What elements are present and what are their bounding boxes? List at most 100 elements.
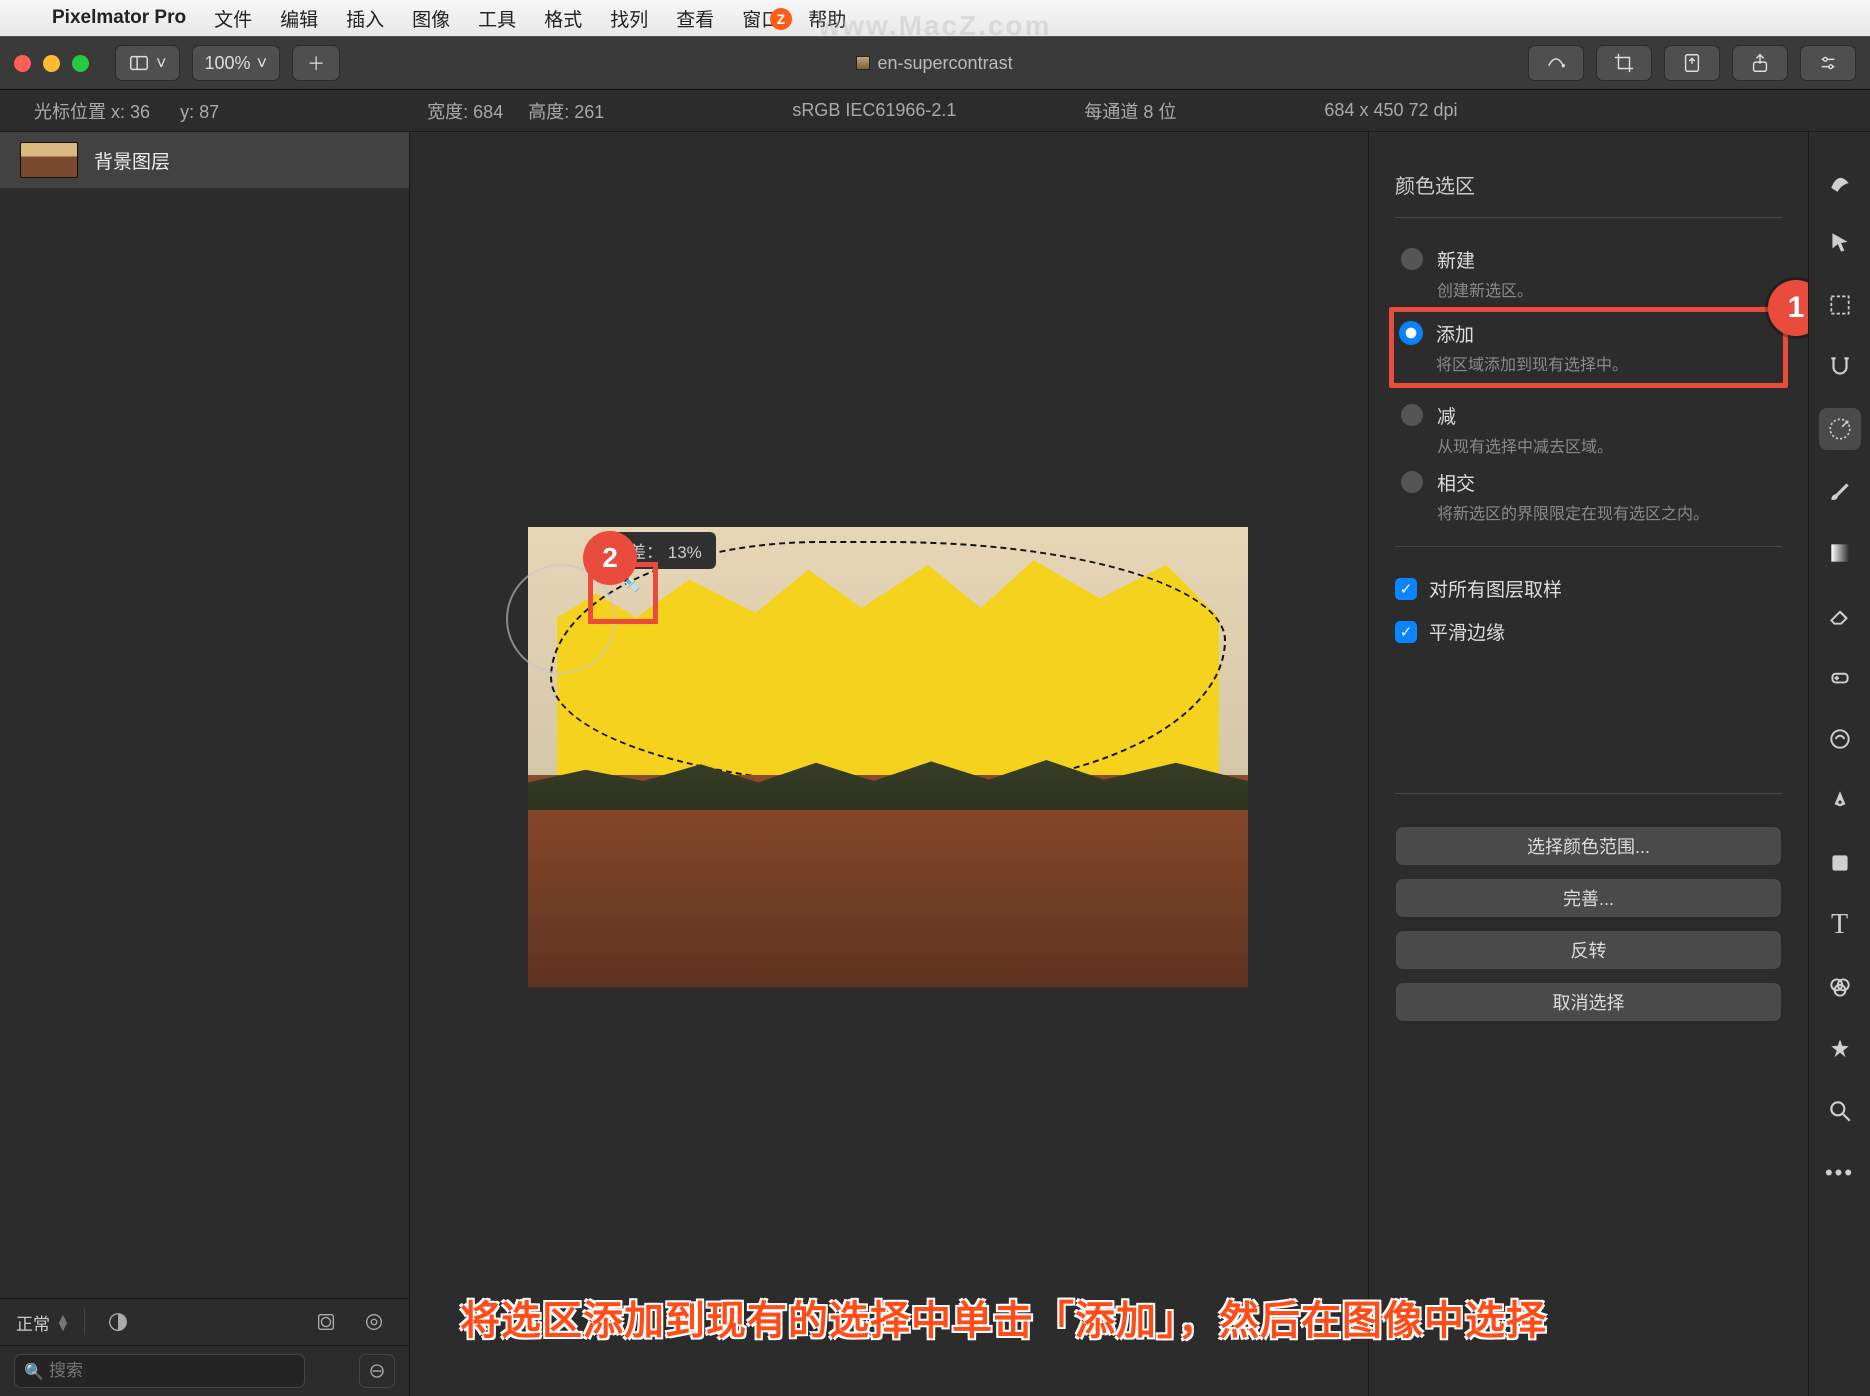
width-value: 684 [473,102,503,122]
cursor-y-label: y: [180,102,194,122]
menu-tools[interactable]: 工具 [478,5,516,32]
sample-all-layers-checkbox[interactable]: ✓ 对所有图层取样 [1395,567,1782,610]
share-button[interactable] [1732,45,1788,81]
stepper-icon: ▲▼ [56,1314,70,1330]
settings-button[interactable] [1800,45,1856,81]
menu-image[interactable]: 图像 [412,5,450,32]
zoom-dropdown[interactable]: 100% ˅ [192,45,281,81]
refine-button[interactable]: 完善... [1395,878,1782,918]
close-window-button[interactable] [14,55,31,72]
colorspace-value: sRGB IEC61966-2.1 [758,100,990,121]
window-toolbar: ˅ 100% ˅ ＋ en-supercontrast [0,36,1870,90]
document-title: en-supercontrast [878,53,1013,74]
tutorial-caption: 将选区添加到现有的选择中单击「添加」，然后在图像中选择 [460,1288,1868,1346]
blend-mode-dropdown[interactable]: 正常 ▲▼ [16,1310,70,1335]
zoom-tool-icon[interactable] [1819,1090,1861,1132]
opacity-icon[interactable] [99,1307,137,1337]
crop-button[interactable] [1596,45,1652,81]
menu-view[interactable]: 查看 [676,5,714,32]
mode-add[interactable]: 添加 将区域添加到现有选择中。 [1389,307,1788,388]
window-traffic-lights [14,55,89,72]
width-label: 宽度: [427,102,468,122]
pen-tool-icon[interactable] [1819,780,1861,822]
radio-icon-selected [1400,322,1422,344]
maximize-window-button[interactable] [72,55,89,72]
mode-subtract[interactable]: 减 从现有选择中减去区域。 [1395,392,1782,459]
mode-new-title: 新建 [1437,246,1533,273]
smooth-edges-label: 平滑边缘 [1429,618,1505,645]
cursor-x-label: 光标位置 x: [34,102,125,122]
zoom-value: 100% [205,53,251,74]
mode-new-desc: 创建新选区。 [1437,277,1533,301]
export-button[interactable] [1664,45,1720,81]
layers-panel: 背景图层 正常 ▲▼ 🔍 [0,132,410,1396]
effects-tool-icon[interactable] [1819,1028,1861,1070]
mode-add-title: 添加 [1436,320,1628,347]
sidebar-layout-button[interactable]: ˅ [115,45,180,81]
layer-name: 背景图层 [94,147,170,174]
macos-menubar: Pixelmator Pro 文件 编辑 插入 图像 工具 格式 找列 查看 窗… [0,0,1870,36]
menu-format[interactable]: 格式 [544,5,582,32]
fx-icon[interactable] [355,1307,393,1337]
layer-thumbnail [20,142,78,178]
marquee-tool-icon[interactable] [1819,284,1861,326]
watermark-text: www.MacZ.com [818,10,1051,42]
type-tool-icon[interactable]: T [1819,904,1861,946]
mode-sub-desc: 从现有选择中减去区域。 [1437,433,1613,457]
height-value: 261 [574,102,604,122]
shape-tool-icon[interactable] [1819,842,1861,884]
mode-int-title: 相交 [1437,469,1709,496]
panel-title: 颜色选区 [1395,158,1782,218]
repair-tool-icon[interactable] [1819,656,1861,698]
warp-tool-icon[interactable] [1819,718,1861,760]
more-tools-icon[interactable]: ••• [1819,1152,1861,1194]
dpi-value: 684 x 450 72 dpi [1290,100,1491,121]
menu-edit[interactable]: 编辑 [280,5,318,32]
filter-button[interactable] [359,1354,395,1388]
layer-row[interactable]: 背景图层 [0,132,409,188]
app-name[interactable]: Pixelmator Pro [52,7,186,29]
mask-icon[interactable] [307,1307,345,1337]
gradient-tool-icon[interactable] [1819,532,1861,574]
mode-int-desc: 将新选区的界限限定在现有选区之内。 [1437,500,1709,524]
arrow-tool-icon[interactable] [1819,222,1861,264]
main-area: 背景图层 正常 ▲▼ 🔍 💉 [0,132,1870,1396]
canvas-area[interactable]: 💉 公差： 13% 2 将选区添加到现有的选择中单击「添加」，然后在图像中选择 [410,132,1368,1396]
mode-intersect[interactable]: 相交 将新选区的界限限定在现有选区之内。 [1395,459,1782,526]
invert-button[interactable]: 反转 [1395,930,1782,970]
paintbrush-tool-icon[interactable] [1819,470,1861,512]
smooth-edges-checkbox[interactable]: ✓ 平滑边缘 [1395,610,1782,653]
height-label: 高度: [528,102,569,122]
radio-icon [1401,248,1423,270]
layers-search-input[interactable] [14,1354,305,1388]
menu-find[interactable]: 找列 [610,5,648,32]
select-color-range-button[interactable]: 选择颜色范围... [1395,826,1782,866]
color-select-tool-icon[interactable] [1819,408,1861,450]
mode-new[interactable]: 新建 创建新选区。 [1395,236,1782,303]
divider [1395,546,1782,547]
sample-all-label: 对所有图层取样 [1429,575,1562,602]
layers-search-row: 🔍 [0,1345,409,1396]
add-button[interactable]: ＋ [292,45,340,81]
eraser-tool-icon[interactable] [1819,594,1861,636]
image-cliff-region [528,775,1248,987]
layers-footer: 正常 ▲▼ [0,1298,409,1345]
menu-file[interactable]: 文件 [214,5,252,32]
deselect-button[interactable]: 取消选择 [1395,982,1782,1022]
document-icon [856,56,870,70]
mode-sub-title: 减 [1437,402,1613,429]
divider [84,1309,85,1335]
styles-tool-icon[interactable] [1819,160,1861,202]
menu-insert[interactable]: 插入 [346,5,384,32]
channel-value: 每通道 8 位 [1050,98,1210,124]
minimize-window-button[interactable] [43,55,60,72]
color-adjust-tool-icon[interactable] [1819,966,1861,1008]
watermark-badge: Z [770,8,792,30]
color-adjust-button[interactable] [1528,45,1584,81]
magnetic-tool-icon[interactable] [1819,346,1861,388]
chevron-down-icon: ˅ [156,53,167,74]
tool-strip: T ••• [1808,132,1870,1396]
checkbox-icon-checked: ✓ [1395,621,1417,643]
cursor-x-value: 36 [130,102,150,122]
search-icon: 🔍 [24,1362,44,1382]
